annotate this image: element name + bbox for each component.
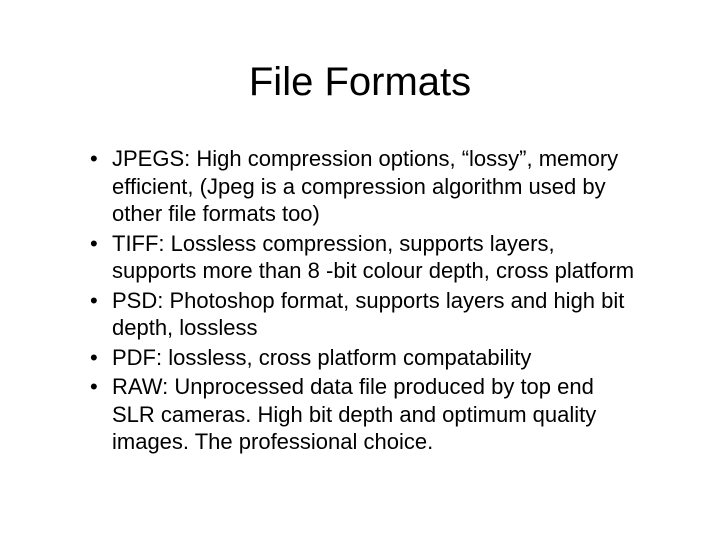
list-item: PSD: Photoshop format, supports layers a… <box>90 287 640 342</box>
list-item: TIFF: Lossless compression, supports lay… <box>90 230 640 285</box>
list-item: JPEGS: High compression options, “lossy”… <box>90 145 640 228</box>
bullet-list: JPEGS: High compression options, “lossy”… <box>60 145 660 456</box>
slide-title: File Formats <box>60 60 660 105</box>
list-item: RAW: Unprocessed data file produced by t… <box>90 373 640 456</box>
slide: File Formats JPEGS: High compression opt… <box>0 0 720 540</box>
list-item: PDF: lossless, cross platform compatabil… <box>90 344 640 372</box>
